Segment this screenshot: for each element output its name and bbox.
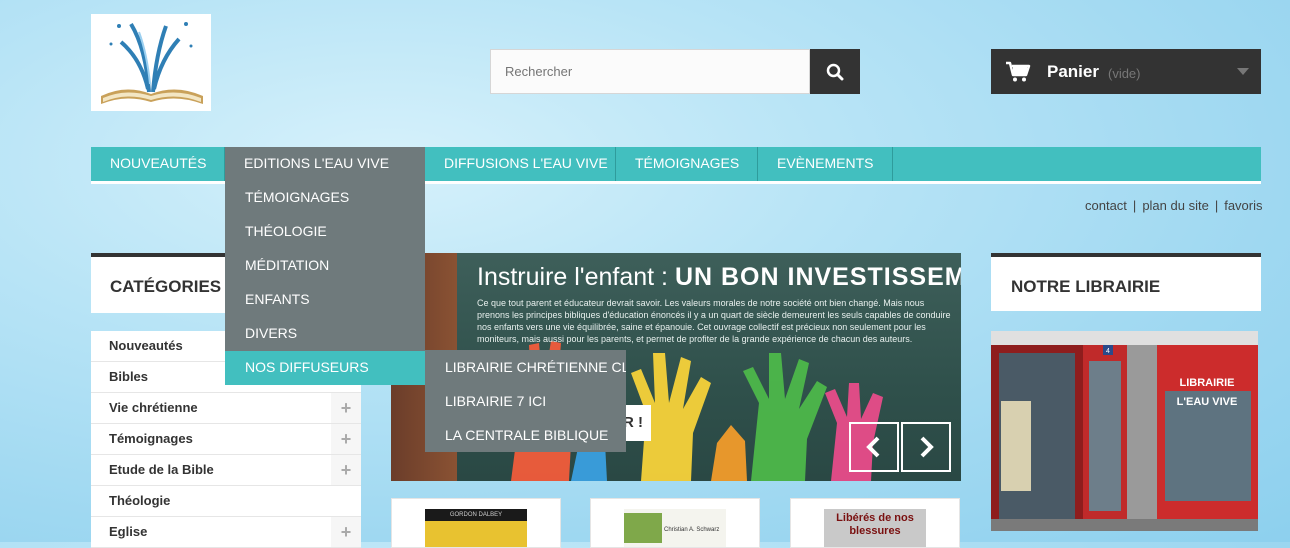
categories-title: CATÉGORIES — [110, 277, 222, 296]
shopping-cart-icon — [1006, 61, 1031, 81]
slide-title-light: Instruire l'enfant : — [477, 263, 675, 291]
product-card[interactable]: Christian A. Schwarz — [590, 498, 760, 548]
category-label: Témoignages — [109, 431, 193, 446]
cover-author: GORDON DALBEY — [425, 509, 527, 521]
category-label: Théologie — [109, 493, 171, 508]
favorites-link[interactable]: favoris — [1224, 198, 1262, 213]
separator: | — [1214, 198, 1219, 213]
bookstore-photo[interactable]: LIBRAIRIE L'EAU VIVE 4 — [991, 331, 1258, 531]
storefront-sign-text-2: L'EAU VIVE — [1177, 396, 1238, 408]
menu-item-temoignages[interactable]: TÉMOIGNAGES — [616, 147, 758, 181]
main-menu: NOUVEAUTÉS EDITIONS L'EAU VIVE DIFFUSION… — [91, 147, 1261, 184]
product-cover: Christian A. Schwarz — [624, 509, 726, 547]
menu-item-editions[interactable]: EDITIONS L'EAU VIVE — [225, 147, 425, 181]
cart-block[interactable]: Panier (vide) — [991, 49, 1261, 94]
menu-item-diffusions[interactable]: DIFFUSIONS L'EAU VIVE — [425, 147, 616, 181]
dropdown-item-theologie[interactable]: THÉOLOGIE — [225, 215, 425, 249]
category-item[interactable]: Vie chrétienne + — [91, 393, 361, 424]
expand-plus-icon[interactable]: + — [331, 517, 361, 547]
submenu-item-centrale-biblique[interactable]: LA CENTRALE BIBLIQUE — [425, 418, 626, 452]
search-input[interactable] — [490, 49, 810, 94]
category-item[interactable]: Eglise + — [91, 517, 361, 548]
diffuseurs-submenu: LIBRAIRIE CHRÉTIENNE CLC LIBRAIRIE 7 ICI… — [425, 350, 626, 452]
search-button[interactable] — [810, 49, 860, 94]
cart-title: Panier — [1047, 61, 1099, 81]
product-cover: GORDON DALBEY — [425, 509, 527, 547]
submenu-item-clc[interactable]: LIBRAIRIE CHRÉTIENNE CLC — [425, 350, 626, 384]
slide-title: Instruire l'enfant : UN BON INVESTISSEME… — [477, 263, 961, 292]
menu-item-evenements[interactable]: EVÈNEMENTS — [758, 147, 893, 181]
cover-title: Libérés de nos blessures — [836, 512, 914, 537]
category-item[interactable]: Théologie — [91, 486, 361, 517]
search-bar — [490, 49, 860, 94]
category-label: Vie chrétienne — [109, 400, 198, 415]
cart-status: (vide) — [1107, 65, 1141, 81]
slider-next-button[interactable] — [901, 422, 951, 472]
top-links: contact | plan du site | favoris — [1085, 198, 1263, 213]
expand-plus-icon[interactable]: + — [331, 455, 361, 485]
chevron-left-icon — [866, 436, 880, 458]
submenu-item-7-ici[interactable]: LIBRAIRIE 7 ICI — [425, 384, 626, 418]
product-card[interactable]: Libérés de nos blessures — [790, 498, 960, 548]
category-item[interactable]: Témoignages + — [91, 424, 361, 455]
search-icon — [826, 63, 844, 80]
contact-link[interactable]: contact — [1085, 198, 1127, 213]
dropdown-item-meditation[interactable]: MÉDITATION — [225, 249, 425, 283]
product-card[interactable]: GORDON DALBEY — [391, 498, 561, 548]
street-number: 4 — [1106, 348, 1110, 355]
product-cover: Libérés de nos blessures — [824, 509, 926, 547]
dropdown-item-temoignages[interactable]: TÉMOIGNAGES — [225, 181, 425, 215]
editions-dropdown: TÉMOIGNAGES THÉOLOGIE MÉDITATION ENFANTS… — [225, 181, 425, 385]
cover-author: Christian A. Schwarz — [664, 527, 720, 533]
slide-title-bold: UN BON INVESTISSEMENT — [674, 263, 961, 291]
dropdown-item-nos-diffuseurs[interactable]: NOS DIFFUSEURS — [225, 351, 425, 385]
storefront-image: LIBRAIRIE L'EAU VIVE 4 — [991, 331, 1258, 531]
storefront-sign-text: LIBRAIRIE — [1180, 377, 1235, 389]
dropdown-item-enfants[interactable]: ENFANTS — [225, 283, 425, 317]
category-label: Eglise — [109, 524, 148, 539]
sitemap-link[interactable]: plan du site — [1142, 198, 1209, 213]
chevron-down-icon — [1237, 68, 1249, 75]
cover-image — [624, 513, 662, 543]
expand-plus-icon[interactable]: + — [331, 393, 361, 423]
expand-plus-icon[interactable]: + — [331, 424, 361, 454]
menu-item-nouveautes[interactable]: NOUVEAUTÉS — [91, 147, 225, 181]
slider-prev-button[interactable] — [849, 422, 899, 472]
slide-text: Ce que tout parent et éducateur devrait … — [477, 298, 951, 344]
site-logo[interactable] — [91, 14, 211, 111]
category-item[interactable]: Etude de la Bible + — [91, 455, 361, 486]
dropdown-item-divers[interactable]: DIVERS — [225, 317, 425, 351]
chevron-right-icon — [920, 436, 934, 458]
category-label: Etude de la Bible — [109, 462, 214, 477]
category-label: Bibles — [109, 369, 149, 384]
category-label: Nouveautés — [109, 338, 183, 353]
bookstore-header: NOTRE LIBRAIRIE — [991, 253, 1261, 311]
separator: | — [1132, 198, 1137, 213]
bookstore-title: NOTRE LIBRAIRIE — [1011, 277, 1161, 296]
